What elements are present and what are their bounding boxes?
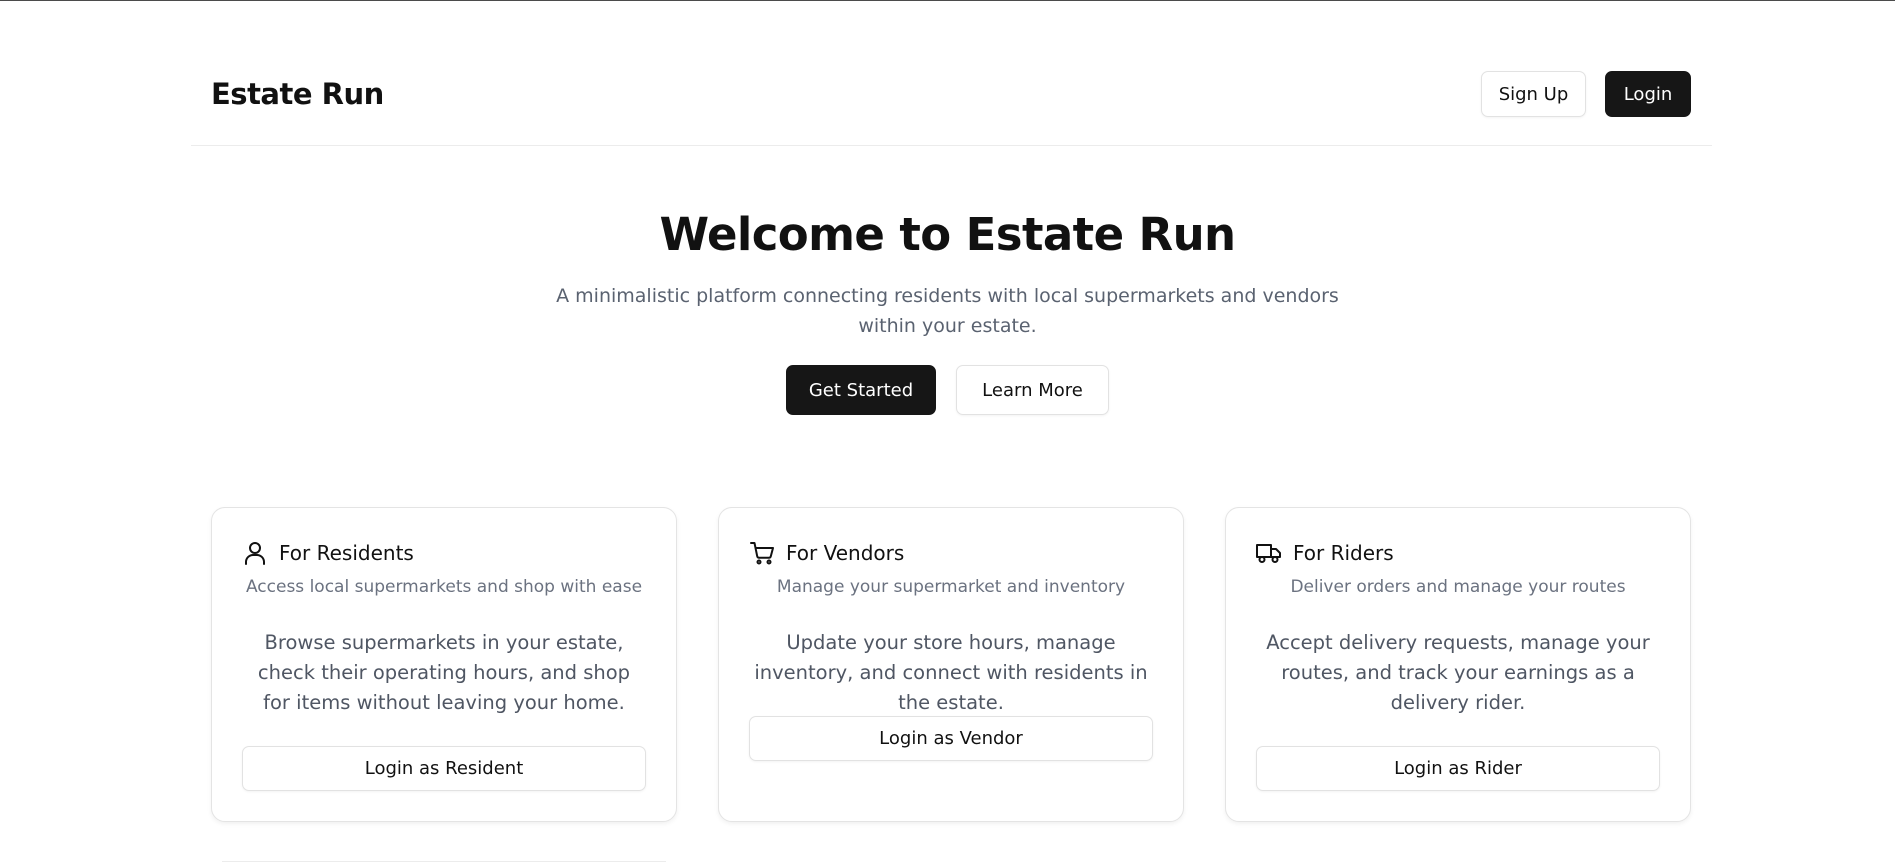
card-title: For Vendors (786, 541, 905, 565)
login-as-vendor-button[interactable]: Login as Vendor (749, 716, 1153, 761)
learn-more-button[interactable]: Learn More (956, 365, 1109, 415)
header-actions: Sign Up Login (1481, 71, 1691, 117)
card-body-text: Browse supermarkets in your estate, chec… (257, 631, 631, 714)
card-body-text: Update your store hours, manage inventor… (754, 631, 1148, 714)
card-riders: For Riders Deliver orders and manage you… (1225, 507, 1691, 822)
card-header: For Riders (1256, 540, 1394, 566)
site-header: Estate Run Sign Up Login (191, 50, 1712, 146)
card-title: For Riders (1293, 541, 1394, 565)
hero-subtitle: A minimalistic platform connecting resid… (556, 285, 1339, 337)
card-residents: For Residents Access local supermarkets … (211, 507, 677, 822)
get-started-button[interactable]: Get Started (786, 365, 936, 415)
card-vendors: For Vendors Manage your supermarket and … (718, 507, 1184, 822)
shopping-cart-icon (749, 540, 775, 566)
user-icon (242, 540, 268, 566)
hero-actions: Get Started Learn More (0, 365, 1895, 415)
section-divider (222, 861, 666, 862)
hero-title: Welcome to Estate Run (659, 208, 1237, 261)
hero-section: Welcome to Estate Run A minimalistic pla… (0, 200, 1895, 415)
role-cards: For Residents Access local supermarkets … (211, 507, 1691, 822)
login-as-resident-button[interactable]: Login as Resident (242, 746, 646, 791)
sign-up-button[interactable]: Sign Up (1481, 71, 1586, 117)
brand-logo[interactable]: Estate Run (211, 77, 384, 111)
card-header: For Vendors (749, 540, 904, 566)
card-body-text: Accept delivery requests, manage your ro… (1266, 631, 1650, 714)
truck-icon (1256, 540, 1282, 566)
card-title: For Residents (279, 541, 414, 565)
card-description: Manage your supermarket and inventory (776, 577, 1126, 597)
top-border (0, 0, 1895, 1)
login-as-rider-button[interactable]: Login as Rider (1256, 746, 1660, 791)
login-button[interactable]: Login (1605, 71, 1691, 117)
card-description: Deliver orders and manage your routes (1290, 577, 1626, 597)
card-header: For Residents (242, 540, 414, 566)
card-description: Access local supermarkets and shop with … (245, 577, 643, 597)
